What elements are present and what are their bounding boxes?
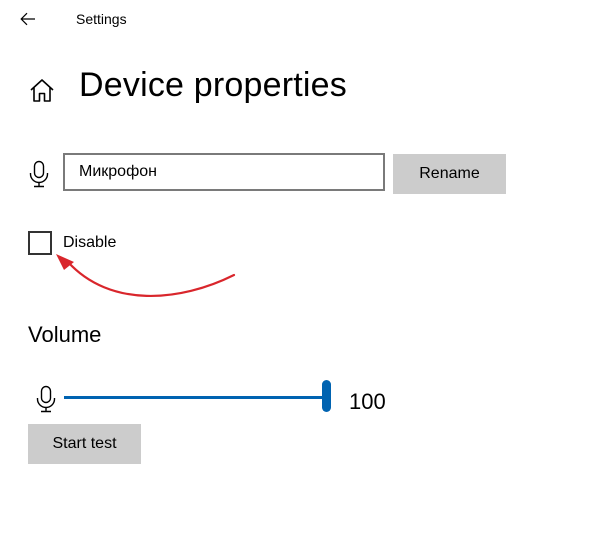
back-button[interactable]	[14, 6, 42, 32]
microphone-icon	[36, 385, 56, 413]
volume-slider-thumb[interactable]	[322, 380, 331, 412]
rename-button[interactable]: Rename	[393, 154, 506, 194]
home-icon[interactable]	[28, 77, 56, 105]
volume-slider[interactable]	[64, 380, 334, 416]
page-title: Device properties	[79, 66, 347, 104]
disable-label: Disable	[63, 234, 117, 251]
volume-value: 100	[349, 389, 386, 414]
disable-checkbox[interactable]	[28, 231, 52, 255]
device-name-field[interactable]	[63, 153, 385, 191]
window-title: Settings	[76, 11, 127, 27]
volume-heading: Volume	[28, 322, 102, 347]
settings-window: Settings Device properties Rename Disabl…	[0, 0, 606, 552]
start-test-button[interactable]: Start test	[28, 424, 141, 464]
microphone-icon	[29, 160, 49, 188]
volume-slider-track[interactable]	[64, 396, 326, 399]
back-arrow-icon	[20, 12, 35, 26]
device-name-input[interactable]	[65, 155, 379, 189]
